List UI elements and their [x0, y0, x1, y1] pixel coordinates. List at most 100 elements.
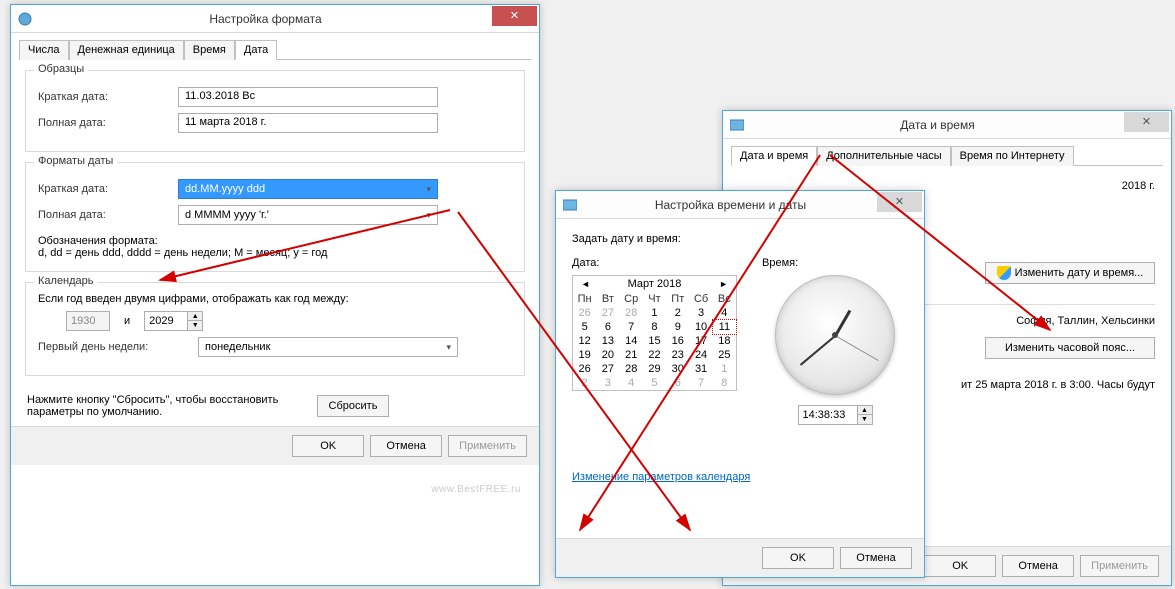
- year-to-spinner[interactable]: ▲▼: [144, 311, 203, 331]
- year-to-input[interactable]: [144, 311, 188, 331]
- button-bar: OK Отмена Применить: [11, 426, 539, 465]
- calendar-day[interactable]: 8: [713, 376, 736, 390]
- spin-up-icon[interactable]: ▲: [858, 406, 872, 415]
- legend-text: d, dd = день ddd, dddd = день недели; M …: [38, 247, 512, 259]
- dow-header: Вт: [596, 292, 619, 306]
- short-format-label: Краткая дата:: [38, 183, 178, 195]
- tab-time[interactable]: Время: [184, 40, 235, 60]
- set-label: Задать дату и время:: [572, 233, 681, 245]
- apply-button[interactable]: Применить: [448, 435, 527, 457]
- calendar-day[interactable]: 1: [643, 306, 666, 320]
- firstday-label: Первый день недели:: [38, 341, 198, 353]
- time-spinner[interactable]: ▲▼: [762, 405, 908, 425]
- tab-currency[interactable]: Денежная единица: [69, 40, 184, 60]
- cancel-button[interactable]: Отмена: [370, 435, 442, 457]
- dow-header: Пт: [666, 292, 689, 306]
- calendar-day[interactable]: 1: [713, 362, 736, 376]
- calendar-day[interactable]: 27: [596, 306, 619, 320]
- titlebar: Настройка формата ✕: [11, 5, 539, 33]
- calendar-day[interactable]: 4: [620, 376, 643, 390]
- spin-down-icon[interactable]: ▼: [188, 321, 202, 330]
- tab-datetime[interactable]: Дата и время: [731, 146, 817, 166]
- calendar-day[interactable]: 24: [689, 348, 712, 362]
- calendar-day[interactable]: 12: [573, 334, 596, 348]
- year-spin-buttons[interactable]: ▲▼: [188, 311, 203, 331]
- calendar-day[interactable]: 19: [573, 348, 596, 362]
- firstday-combo[interactable]: понедельник▾: [198, 337, 458, 357]
- calendar-day[interactable]: 28: [620, 306, 643, 320]
- calendar-day[interactable]: 25: [713, 348, 736, 362]
- prev-month-icon[interactable]: ◄: [577, 279, 594, 289]
- ok-button[interactable]: OK: [292, 435, 364, 457]
- apply-button[interactable]: Применить: [1080, 555, 1159, 577]
- time-spin-buttons[interactable]: ▲▼: [858, 405, 873, 425]
- spin-down-icon[interactable]: ▼: [858, 415, 872, 424]
- hour-hand: [834, 310, 852, 337]
- group-title: Образцы: [34, 63, 88, 75]
- calendar-day[interactable]: 14: [620, 334, 643, 348]
- time-label: Время:: [762, 257, 798, 269]
- cancel-button[interactable]: Отмена: [840, 547, 912, 569]
- close-icon[interactable]: ✕: [1124, 112, 1169, 132]
- window-title: Дата и время: [751, 118, 1124, 132]
- dow-header: Вс: [713, 292, 736, 306]
- calendar-day[interactable]: 6: [596, 320, 619, 334]
- calendar-day[interactable]: 2: [666, 306, 689, 320]
- calendar-day[interactable]: 26: [573, 362, 596, 376]
- calendar-day[interactable]: 3: [596, 376, 619, 390]
- calendar-day[interactable]: 15: [643, 334, 666, 348]
- calendar-day[interactable]: 5: [643, 376, 666, 390]
- calendar-day[interactable]: 9: [666, 320, 689, 334]
- calendar-settings-link[interactable]: Изменение параметров календаря: [572, 471, 750, 483]
- titlebar: Настройка времени и даты ✕: [556, 191, 924, 219]
- tab-date[interactable]: Дата: [235, 40, 277, 60]
- calendar-day[interactable]: 6: [666, 376, 689, 390]
- calendar-day[interactable]: 31: [689, 362, 712, 376]
- calendar-day[interactable]: 5: [573, 320, 596, 334]
- calendar-day[interactable]: 7: [689, 376, 712, 390]
- calendar-day[interactable]: 20: [596, 348, 619, 362]
- close-icon[interactable]: ✕: [492, 6, 537, 26]
- close-icon[interactable]: ✕: [877, 192, 922, 212]
- reset-button[interactable]: Сбросить: [317, 395, 389, 417]
- calendar-day[interactable]: 21: [620, 348, 643, 362]
- window-title: Настройка времени и даты: [584, 198, 877, 212]
- calendar-day[interactable]: 8: [643, 320, 666, 334]
- format-settings-window: Настройка формата ✕ Числа Денежная едини…: [10, 4, 540, 586]
- titlebar: Дата и время ✕: [723, 111, 1171, 139]
- spin-up-icon[interactable]: ▲: [188, 312, 202, 321]
- long-format-combo[interactable]: d MMMM yyyy 'г.'▾: [178, 205, 438, 225]
- calendar-day[interactable]: 4: [713, 306, 736, 320]
- calendar-day[interactable]: 16: [666, 334, 689, 348]
- calendar-day[interactable]: 23: [666, 348, 689, 362]
- calendar-day[interactable]: 10: [689, 320, 712, 334]
- tab-internet-time[interactable]: Время по Интернету: [951, 146, 1074, 166]
- calendar-day[interactable]: 11: [712, 319, 737, 335]
- time-input[interactable]: [798, 405, 858, 425]
- tab-numbers[interactable]: Числа: [19, 40, 69, 60]
- calendar-day[interactable]: 17: [689, 334, 712, 348]
- calendar-day[interactable]: 2: [573, 376, 596, 390]
- calendar-day[interactable]: 28: [620, 362, 643, 376]
- short-format-combo[interactable]: dd.MM.yyyy ddd▾: [178, 179, 438, 199]
- calendar-day[interactable]: 13: [596, 334, 619, 348]
- tabs: Числа Денежная единица Время Дата: [19, 39, 531, 60]
- next-month-icon[interactable]: ►: [715, 279, 732, 289]
- calendar-day[interactable]: 18: [713, 334, 736, 348]
- calendar-day[interactable]: 27: [596, 362, 619, 376]
- calendar-day[interactable]: 7: [620, 320, 643, 334]
- ok-button[interactable]: OK: [924, 555, 996, 577]
- calendar-day[interactable]: 3: [689, 306, 712, 320]
- change-timezone-button[interactable]: Изменить часовой пояс...: [985, 337, 1155, 359]
- change-datetime-button[interactable]: Изменить дату и время...: [985, 262, 1155, 284]
- tab-additional-clocks[interactable]: Дополнительные часы: [817, 146, 950, 166]
- chevron-down-icon: ▾: [426, 184, 431, 195]
- calendar-day[interactable]: 29: [643, 362, 666, 376]
- calendar-day[interactable]: 22: [643, 348, 666, 362]
- calendar-day[interactable]: 30: [666, 362, 689, 376]
- chevron-down-icon: ▾: [426, 210, 431, 221]
- calendar[interactable]: ◄ Март 2018 ► ПнВтСрЧтПтСбВс262728123456…: [572, 275, 737, 391]
- ok-button[interactable]: OK: [762, 547, 834, 569]
- cancel-button[interactable]: Отмена: [1002, 555, 1074, 577]
- calendar-day[interactable]: 26: [573, 306, 596, 320]
